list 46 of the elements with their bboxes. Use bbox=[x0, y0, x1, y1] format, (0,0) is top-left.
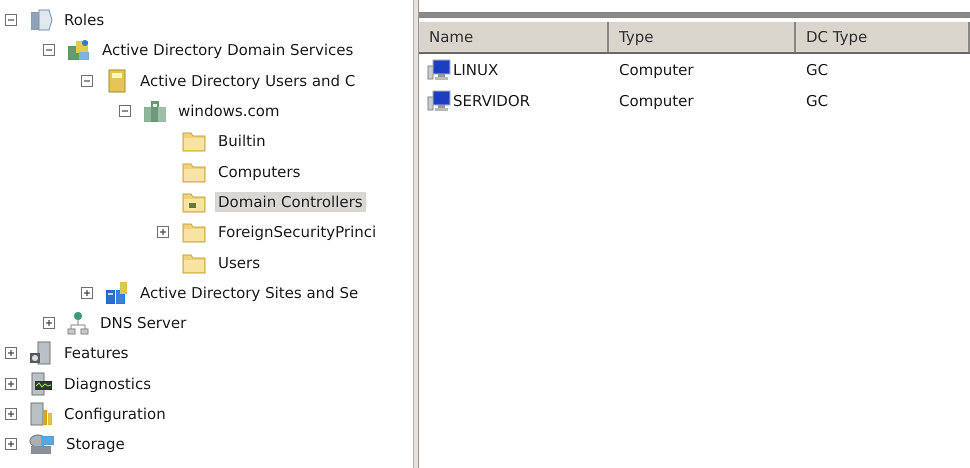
tree-item[interactable]: Storage bbox=[63, 434, 128, 454]
tree-item[interactable]: Computers bbox=[215, 162, 304, 182]
table-cell: GC bbox=[806, 92, 828, 110]
table-cell: Computer bbox=[619, 92, 694, 110]
tools-icon bbox=[29, 402, 53, 426]
tree-item[interactable]: Domain Controllers bbox=[215, 192, 366, 212]
tree-item[interactable]: Features bbox=[61, 343, 132, 364]
tree-item[interactable]: Configuration bbox=[61, 404, 169, 424]
tree-item[interactable]: Users bbox=[215, 252, 264, 273]
expand-icon[interactable] bbox=[5, 347, 17, 360]
tree-item[interactable]: ForeignSecurityPrinci bbox=[215, 222, 380, 242]
collapse-icon[interactable] bbox=[81, 74, 93, 87]
tree-item[interactable]: Diagnostics bbox=[61, 374, 154, 394]
tree-item[interactable]: Active Directory Users and C bbox=[137, 70, 358, 91]
documents-icon bbox=[29, 8, 53, 32]
monitor-icon bbox=[29, 372, 53, 396]
expand-icon[interactable] bbox=[5, 408, 17, 420]
expand-icon[interactable] bbox=[81, 286, 93, 299]
tree-item[interactable]: Active Directory Sites and Se bbox=[137, 282, 362, 303]
directory-icon bbox=[67, 38, 91, 62]
expand-icon[interactable] bbox=[43, 317, 55, 330]
collapse-icon[interactable] bbox=[5, 14, 17, 26]
expand-icon[interactable] bbox=[157, 226, 169, 238]
table-cell: Computer bbox=[619, 60, 694, 78]
table-cell: LINUX bbox=[453, 60, 498, 78]
collapse-icon[interactable] bbox=[43, 44, 55, 56]
collapse-icon[interactable] bbox=[119, 105, 131, 118]
expand-icon[interactable] bbox=[5, 438, 17, 450]
column-header[interactable]: DC Type bbox=[796, 22, 970, 52]
buildings-icon bbox=[143, 99, 167, 124]
column-header[interactable]: Type bbox=[609, 22, 796, 52]
sites-icon bbox=[105, 280, 129, 305]
computer-icon bbox=[427, 58, 451, 80]
tree-item[interactable]: DNS Server bbox=[97, 313, 190, 334]
table-cell: SERVIDOR bbox=[453, 92, 530, 110]
tree-item[interactable]: windows.com bbox=[175, 101, 283, 122]
network-icon bbox=[67, 311, 89, 336]
tree-item[interactable]: Roles bbox=[61, 10, 108, 30]
column-header[interactable]: Name bbox=[419, 22, 609, 52]
tree-item[interactable]: Active Directory Domain Services bbox=[99, 40, 356, 60]
tree-item[interactable]: Builtin bbox=[215, 131, 269, 152]
table-cell: GC bbox=[806, 60, 828, 78]
storage-icon bbox=[29, 432, 55, 456]
computer-icon bbox=[427, 90, 451, 112]
expand-icon[interactable] bbox=[5, 378, 17, 390]
server-icon bbox=[29, 341, 53, 366]
